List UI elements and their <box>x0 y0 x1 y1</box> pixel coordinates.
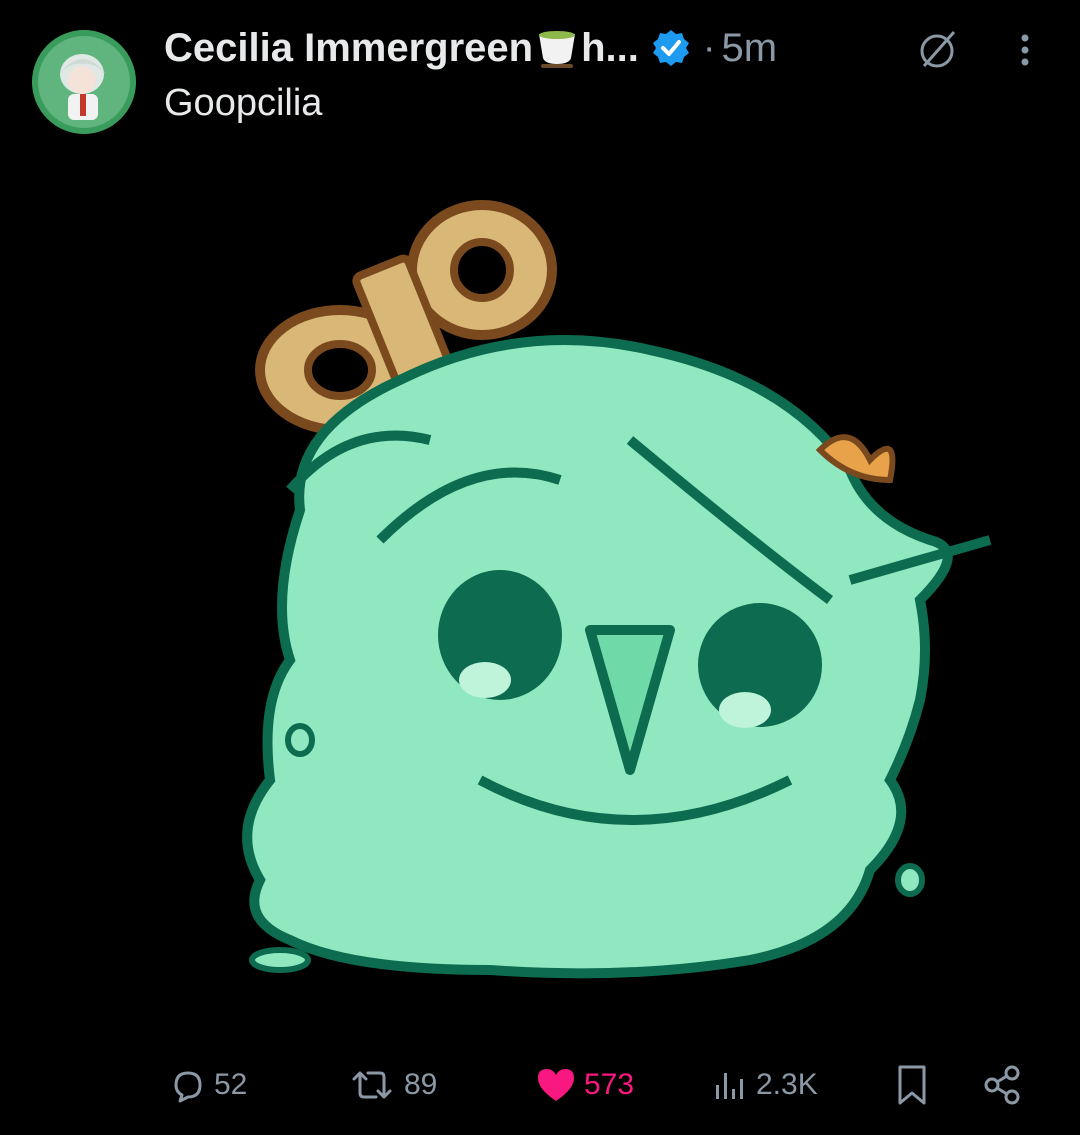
reply-icon <box>174 1071 202 1103</box>
bookmark-icon <box>898 1065 926 1105</box>
bookmark-button[interactable] <box>892 1050 932 1120</box>
like-count: 573 <box>584 1068 635 1101</box>
author-row: Cecilia Immergreen h... · 5m <box>164 22 777 74</box>
heart-icon <box>538 1069 574 1101</box>
views-icon <box>716 1073 743 1099</box>
action-bar: 52 89 573 2.3K <box>0 1050 1080 1120</box>
avatar[interactable] <box>32 30 136 134</box>
verified-badge-icon <box>652 30 689 66</box>
repost-count: 89 <box>404 1068 438 1101</box>
views-button[interactable]: 2.3K <box>710 1050 818 1120</box>
more-vertical-icon[interactable] <box>1010 30 1040 70</box>
repost-button[interactable]: 89 <box>346 1050 437 1120</box>
author-name[interactable]: Cecilia Immergreen <box>164 26 533 71</box>
timestamp[interactable]: 5m <box>722 26 778 71</box>
reply-count: 52 <box>214 1068 248 1101</box>
post-text: Goopcilia <box>164 82 323 124</box>
separator-dot: · <box>702 26 716 69</box>
author-name-suffix[interactable]: h... <box>581 26 639 71</box>
slashed-circle-icon[interactable] <box>914 26 960 72</box>
share-button[interactable] <box>980 1050 1024 1120</box>
share-icon <box>984 1065 1020 1105</box>
post-header: Cecilia Immergreen h... · 5m Goopcilia <box>164 22 1056 132</box>
repost-icon <box>352 1071 392 1099</box>
reply-button[interactable]: 52 <box>168 1050 247 1120</box>
tea-cup-emoji-icon <box>539 31 576 68</box>
views-count: 2.3K <box>756 1068 818 1101</box>
post-image[interactable] <box>230 180 1020 1000</box>
like-button[interactable]: 573 <box>534 1050 634 1120</box>
